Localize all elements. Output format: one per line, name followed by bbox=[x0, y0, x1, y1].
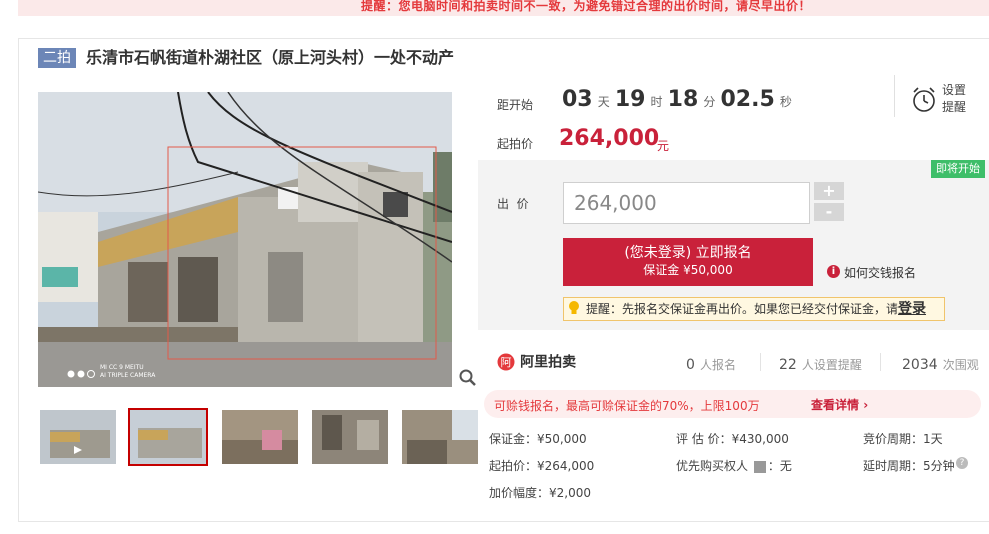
ali-auction-logo: 阿 阿里拍卖 bbox=[497, 351, 576, 372]
countdown-hours: 19 bbox=[614, 87, 646, 112]
bid-input[interactable] bbox=[563, 182, 810, 224]
bid-increase-button[interactable]: + bbox=[814, 182, 844, 200]
thumbnail-1[interactable] bbox=[40, 410, 116, 464]
thumbnail-5[interactable] bbox=[402, 410, 478, 464]
help-icon[interactable]: ? bbox=[956, 457, 968, 469]
alarm-clock-icon bbox=[913, 87, 935, 112]
start-price-label: 起拍价 bbox=[497, 137, 534, 151]
time-warning-bar: 提醒：您电脑时间和拍卖时间不一致，为避免错过合理的出价时间，请尽早出价！ bbox=[18, 0, 989, 16]
ali-auction-brand: 阿里拍卖 bbox=[520, 354, 577, 371]
remind-label-2: 提醒 bbox=[942, 100, 967, 114]
thumbnail-3[interactable] bbox=[222, 410, 298, 464]
thumbnail-2[interactable] bbox=[128, 408, 208, 466]
divider bbox=[894, 75, 895, 117]
chevron-right-icon: › bbox=[863, 398, 869, 412]
info-icon: i bbox=[827, 265, 840, 278]
divider bbox=[760, 353, 761, 371]
start-price-unit: 元 bbox=[657, 139, 670, 153]
countdown-seconds: 02.5 bbox=[720, 87, 775, 112]
signup-deposit-label: 保证金 ¥50,000 bbox=[643, 263, 733, 277]
bid-decrease-button[interactable]: - bbox=[814, 203, 844, 221]
login-tip-text: 提醒：先报名交保证金再出价。如果您已经交付保证金，请 bbox=[586, 302, 899, 316]
signup-count: 0 人报名 bbox=[686, 357, 737, 373]
login-link[interactable]: 登录 bbox=[898, 301, 926, 317]
zoom-icon[interactable] bbox=[456, 367, 480, 387]
time-warning-text: 提醒：您电脑时间和拍卖时间不一致，为避免错过合理的出价时间，请尽早出价！ bbox=[361, 0, 812, 13]
view-count: 2034 次围观 bbox=[902, 357, 979, 373]
credit-promo-text: 可赊钱报名，最高可赊保证金的70%，上限100万 bbox=[494, 399, 760, 413]
start-price-info: 起拍价：¥264,000 bbox=[489, 459, 595, 473]
signup-button[interactable]: (您未登录) 立即报名 保证金 ¥50,000 bbox=[563, 238, 813, 286]
main-photo[interactable]: MI CC 9 MEITU AI TRIPLE CAMERA bbox=[38, 92, 452, 387]
bid-label: 出 价 bbox=[497, 197, 529, 211]
divider bbox=[880, 353, 881, 371]
appraisal-info: 评 估 价：¥430,000 bbox=[676, 432, 789, 446]
remind-button[interactable]: 设置 提醒 bbox=[911, 83, 966, 118]
delay-cycle-info: 延时周期：5分钟 bbox=[863, 459, 955, 473]
svg-text:阿: 阿 bbox=[501, 356, 512, 369]
round-badge: 二拍 bbox=[38, 48, 76, 68]
reminder-count: 22 人设置提醒 bbox=[779, 357, 862, 373]
status-badge: 即将开始 bbox=[931, 160, 985, 178]
increment-info: 加价幅度：¥2,000 bbox=[489, 486, 591, 500]
priority-info-icon[interactable] bbox=[753, 460, 766, 473]
signup-button-label: (您未登录) 立即报名 bbox=[624, 245, 752, 261]
countdown-days: 03 bbox=[562, 87, 593, 112]
item-title: 乐清市石帆街道朴湖社区（原上河头村）一处不动产 bbox=[86, 48, 455, 67]
priority-buyer-info: 优先购买权人 ：无 bbox=[676, 459, 792, 473]
remind-label-1: 设置 bbox=[942, 83, 967, 97]
start-price-value: 264,000 bbox=[559, 126, 660, 151]
lightbulb-icon bbox=[567, 300, 581, 316]
ali-auction-icon: 阿 bbox=[497, 353, 515, 370]
login-tip: 提醒：先报名交保证金再出价。如果您已经交付保证金，请登录 bbox=[563, 297, 945, 321]
camera-watermark: MI CC 9 MEITU AI TRIPLE CAMERA bbox=[100, 364, 156, 379]
deposit-info: 保证金：¥50,000 bbox=[489, 432, 587, 446]
countdown-minutes: 18 bbox=[667, 87, 699, 112]
promo-details-link[interactable]: 查看详情 › bbox=[811, 396, 868, 413]
bidding-cycle-info: 竞价周期：1天 bbox=[863, 432, 943, 446]
countdown-label: 距开始 bbox=[497, 98, 534, 112]
countdown: 03 天 19 时 18 分 02.5 秒 bbox=[562, 87, 792, 112]
howto-link[interactable]: 如何交钱报名 bbox=[844, 264, 916, 281]
thumbnail-4[interactable] bbox=[312, 410, 388, 464]
